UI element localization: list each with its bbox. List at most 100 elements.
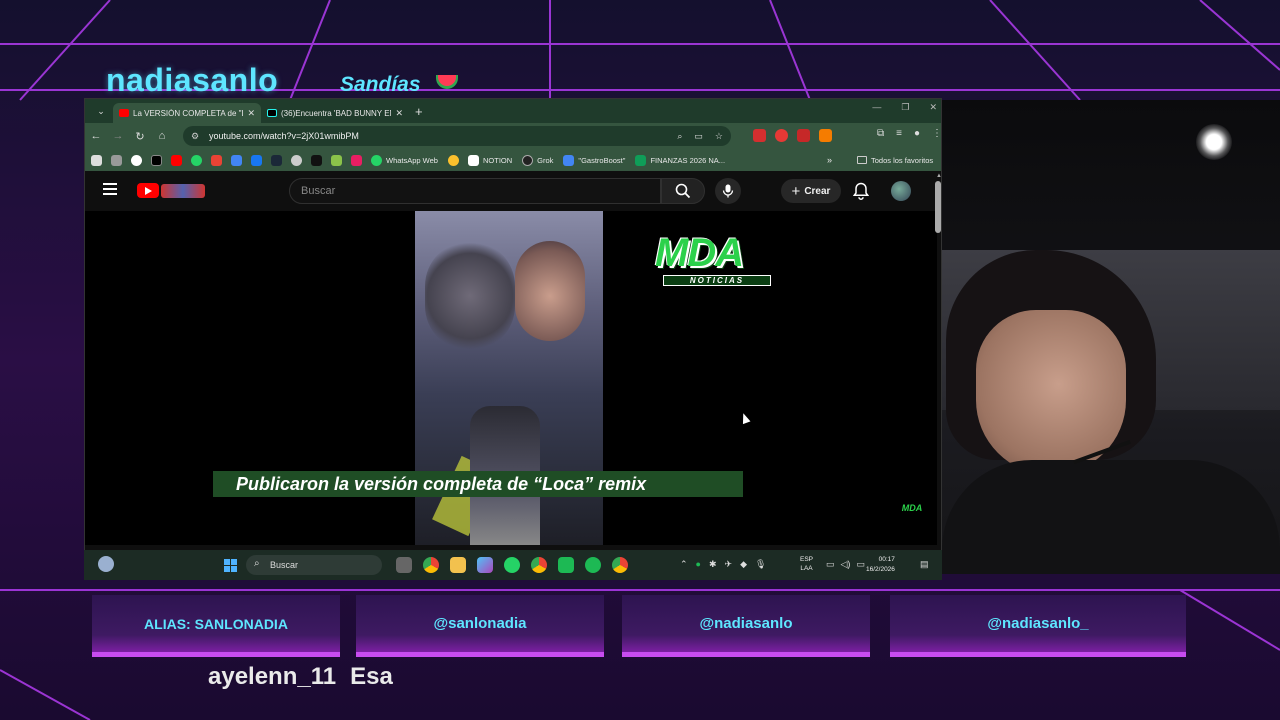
create-button[interactable]: + Crear — [781, 179, 841, 203]
bookmark-notion[interactable]: NOTION — [467, 154, 512, 166]
whatsapp-small-icon[interactable] — [191, 154, 202, 166]
hamburger-menu-icon[interactable] — [103, 183, 117, 195]
play-extension-icon[interactable] — [819, 129, 832, 142]
close-tab-icon[interactable]: ✕ — [247, 108, 255, 119]
microphone-tray-icon[interactable]: 🎙 — [755, 559, 766, 570]
network-icon[interactable]: ▭ — [826, 559, 835, 570]
youtube-search-input[interactable]: Buscar — [289, 178, 661, 204]
pdf-extension-icon[interactable] — [797, 129, 810, 142]
profile-icon[interactable]: ● — [914, 128, 920, 139]
youtube-icon[interactable] — [171, 154, 182, 166]
volume-icon[interactable]: ◁) — [841, 559, 851, 570]
bell-bookmark-icon[interactable] — [447, 154, 459, 166]
bookmark-gastroboost[interactable]: "GastroBoost" — [563, 154, 626, 166]
bookmark-label: "GastroBoost" — [578, 155, 626, 165]
bookmark-label: WhatsApp Web — [386, 155, 438, 165]
chrome-profile-icon[interactable] — [531, 557, 547, 573]
more-bookmarks-icon[interactable]: » — [827, 155, 832, 165]
x-icon[interactable] — [151, 154, 162, 166]
close-tab-icon[interactable]: ✕ — [395, 108, 403, 119]
youtube-logo-icon[interactable] — [137, 183, 159, 198]
copilot-icon[interactable] — [477, 557, 493, 573]
search-button[interactable] — [661, 178, 705, 204]
cast-icon[interactable]: ▭ — [694, 131, 703, 142]
close-window-icon[interactable]: ✕ — [929, 102, 937, 113]
notifications-bell-icon[interactable] — [852, 182, 870, 205]
youtube-doodle[interactable] — [161, 184, 205, 198]
chrome-icon[interactable] — [423, 557, 439, 573]
tray-app-2-icon[interactable]: ◆ — [740, 559, 747, 570]
bookmark-square-icon[interactable] — [91, 154, 102, 166]
zoom-icon[interactable]: ⌕ — [677, 131, 682, 142]
youtube-header: Buscar + Crear — [85, 171, 941, 211]
google-icon[interactable] — [131, 154, 142, 166]
search-icon — [675, 183, 691, 199]
bookmark-grok[interactable]: Grok — [522, 154, 553, 166]
whatsapp-taskbar-icon[interactable] — [504, 557, 520, 573]
bluetooth-icon[interactable]: ✱ — [709, 559, 717, 570]
record-extension-icon[interactable] — [775, 129, 788, 142]
language-code: ESP — [800, 556, 814, 563]
extensions-puzzle-icon[interactable]: ⧉ — [877, 128, 884, 139]
notification-center-icon[interactable]: ▤ — [920, 559, 929, 570]
tray-expand-icon[interactable]: ⌃ — [680, 559, 688, 570]
steam-icon[interactable] — [271, 154, 282, 166]
bookmark-finanzas[interactable]: FINANZAS 2026 NA... — [635, 154, 726, 166]
tab-title: (36)Encuentra 'BAD BUNNY EN — [281, 108, 392, 118]
scrollbar-thumb[interactable] — [935, 181, 941, 233]
chrome-second-icon[interactable] — [612, 557, 628, 573]
tab-tiktok[interactable]: (36)Encuentra 'BAD BUNNY EN ✕ — [261, 103, 409, 123]
tab-search-button[interactable]: ⌄ — [91, 101, 111, 121]
extensions — [753, 129, 832, 142]
maximize-icon[interactable]: ❐ — [901, 102, 909, 113]
tray-app-icon[interactable]: ✈ — [725, 559, 733, 570]
s-icon[interactable] — [311, 154, 322, 166]
docs-icon — [563, 154, 575, 166]
site-info-icon[interactable]: ⚙ — [191, 131, 201, 142]
threads-icon[interactable] — [291, 154, 302, 166]
gmail-icon[interactable] — [211, 154, 222, 166]
forward-icon[interactable]: → — [107, 130, 129, 142]
bookmark-icon[interactable] — [351, 154, 362, 166]
account-avatar[interactable] — [891, 181, 911, 201]
home-icon[interactable]: ⌂ — [151, 130, 173, 142]
all-bookmarks-folder[interactable]: Todos los favoritos — [857, 156, 933, 165]
voice-search-button[interactable] — [715, 178, 741, 204]
webcam-feed — [942, 100, 1280, 574]
minimize-icon[interactable]: — — [872, 102, 881, 113]
browser-menu-icon[interactable]: ⋮ — [932, 128, 941, 139]
adblock-extension-icon[interactable] — [753, 129, 766, 142]
video-player[interactable]: MDA NOTICIAS Publicaron la versión compl… — [85, 211, 937, 545]
language-indicator[interactable]: ESP LAA — [800, 555, 813, 573]
spotify-tray-icon[interactable]: ● — [696, 559, 701, 570]
taskbar-apps — [396, 557, 628, 573]
tab-list-icon[interactable]: ≡ — [896, 128, 902, 139]
bookmark-star-icon[interactable]: ☆ — [715, 131, 723, 142]
bookmark-label: FINANZAS 2026 NA... — [650, 155, 726, 165]
url-text: youtube.com/watch?v=2jX01wmibPM — [209, 131, 359, 141]
keyboard-layout: LAA — [800, 565, 813, 572]
taskbar-clock[interactable]: 00:17 16/2/2026 — [866, 555, 895, 575]
weather-widget-icon[interactable] — [98, 556, 114, 572]
taskbar-search-input[interactable]: ⌕ Buscar — [246, 555, 382, 575]
file-explorer-icon[interactable] — [450, 557, 466, 573]
spotify-icon[interactable] — [585, 557, 601, 573]
back-icon[interactable]: ← — [85, 130, 107, 142]
calendar-icon[interactable] — [231, 154, 242, 166]
battery-icon[interactable]: ▭ — [856, 559, 865, 570]
task-view-icon[interactable] — [396, 557, 412, 573]
url-bar[interactable]: ⚙ youtube.com/watch?v=2jX01wmibPM ⌕ ▭ ☆ — [183, 126, 731, 146]
chat-username: ayelenn_11 — [208, 663, 337, 690]
android-icon[interactable] — [331, 154, 342, 166]
streamlabs-icon[interactable] — [558, 557, 574, 573]
reload-icon[interactable]: ↻ — [129, 130, 151, 143]
new-tab-button[interactable]: + — [415, 104, 423, 119]
microphone-icon — [722, 184, 734, 198]
facebook-icon[interactable] — [251, 154, 262, 166]
apps-grid-icon[interactable] — [111, 154, 122, 166]
tab-youtube[interactable]: La VERSIÓN COMPLETA de "LO ✕ — [113, 103, 261, 123]
youtube-favicon-icon — [119, 109, 129, 117]
bookmark-whatsapp[interactable]: WhatsApp Web — [371, 154, 438, 166]
social-panel-1: @sanlonadia — [356, 595, 604, 657]
windows-start-icon[interactable] — [224, 559, 237, 572]
